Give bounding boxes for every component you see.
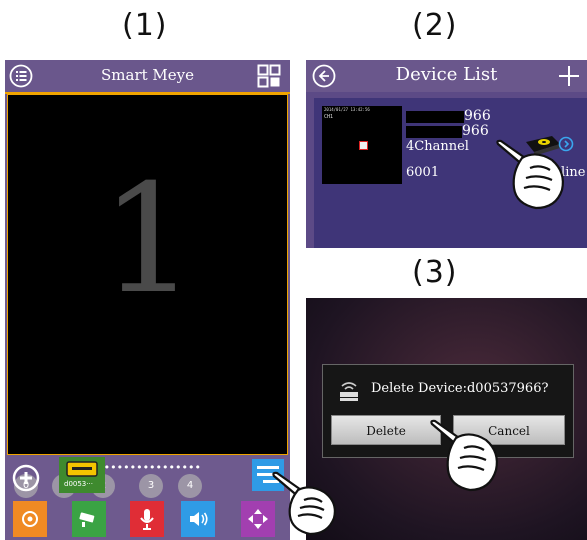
video-window-number: 1 — [100, 153, 197, 327]
speaker-icon — [190, 512, 208, 526]
channel-button-4[interactable]: 4 — [178, 474, 202, 498]
dvr-icon — [66, 461, 98, 477]
device-tile-label: d0053··· — [64, 480, 93, 488]
device-channel-count: 4Channel — [406, 139, 469, 154]
live-view-screen: Smart Meye 1 ●••••••••••••••• 0 1 2 3 4 … — [5, 60, 290, 540]
page-indicator: ●••••••••••••••• — [94, 461, 201, 474]
video-window[interactable]: 1 — [7, 94, 288, 455]
device-icon — [340, 382, 358, 401]
direction-icon — [248, 509, 268, 529]
ptz-icon — [22, 511, 38, 527]
thumbnail-marker — [359, 141, 368, 150]
top-bar: Smart Meye — [5, 60, 290, 94]
camera-icon — [79, 512, 95, 527]
thumbnail-channel: CH1 — [324, 114, 334, 120]
ptz-button[interactable] — [13, 501, 47, 537]
device-tile[interactable]: d0053··· — [59, 457, 105, 493]
thumbnail-timestamp: 2014/01/27 13:42:56 — [324, 107, 370, 112]
device-id-line-2: 966 — [462, 123, 489, 139]
step-label-1: (1) — [122, 8, 168, 43]
grid-layout-icon[interactable] — [257, 64, 281, 88]
pointing-hand-icon — [430, 419, 498, 492]
microphone-icon — [140, 509, 154, 530]
device-list-header: Device List — [306, 60, 587, 92]
speaker-button[interactable] — [181, 501, 215, 537]
device-id-line-1: 966 — [464, 108, 491, 124]
app-title: Smart Meye — [101, 66, 194, 84]
camera-button[interactable] — [72, 501, 106, 537]
delete-message: Delete Device:d00537966? — [371, 381, 549, 396]
step-label-2: (2) — [412, 8, 458, 43]
add-icon[interactable] — [558, 65, 580, 87]
delete-button[interactable]: Delete — [331, 415, 441, 445]
microphone-button[interactable] — [130, 501, 164, 537]
channel-button-3[interactable]: 3 — [139, 474, 163, 498]
device-port: 6001 — [406, 165, 440, 180]
device-list-title: Device List — [395, 64, 498, 85]
device-thumbnail: 2014/01/27 13:42:56 CH1 — [322, 106, 402, 184]
add-device-icon[interactable] — [12, 464, 40, 492]
pointing-hand-icon — [272, 471, 336, 536]
redacted-bar — [406, 111, 464, 123]
pointing-hand-icon — [496, 139, 564, 210]
redacted-bar — [406, 126, 462, 138]
step-label-3: (3) — [412, 255, 458, 290]
